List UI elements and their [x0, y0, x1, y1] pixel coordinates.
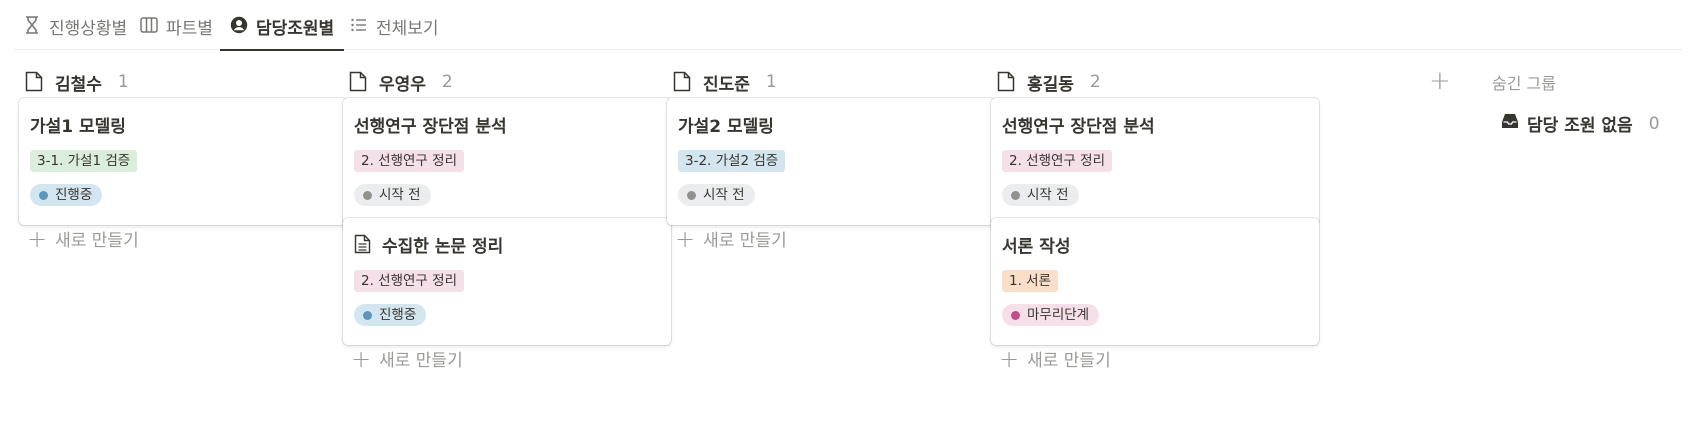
- status-dot-icon: [687, 190, 696, 200]
- plus-icon: +: [27, 224, 48, 253]
- column-count: 2: [1089, 72, 1101, 92]
- status-dot-icon: [1011, 190, 1020, 200]
- tab-progress[interactable]: 진행상황별: [23, 14, 127, 50]
- board-card[interactable]: 수집한 논문 정리 2. 선행연구 정리 진행중: [343, 218, 671, 345]
- part-tag: 2. 선행연구 정리: [1002, 150, 1112, 172]
- board-column-hong: 홍길동 2 선행연구 장단점 분석 2. 선행연구 정리 시작 전 서론 작성 …: [991, 64, 1319, 371]
- column-title: 김철수: [55, 74, 102, 95]
- column-count: 1: [765, 72, 777, 92]
- tab-label: 전체보기: [376, 19, 439, 39]
- column-title: 진도준: [703, 74, 750, 95]
- add-group-button[interactable]: +: [1429, 68, 1451, 94]
- status-badge: 시작 전: [354, 184, 431, 206]
- plus-icon: +: [999, 344, 1020, 373]
- user-circle-icon: [230, 16, 248, 34]
- board-card[interactable]: 선행연구 장단점 분석 2. 선행연구 정리 시작 전: [991, 98, 1319, 225]
- hidden-group-no-member[interactable]: 담당 조원 없음 0: [1501, 111, 1660, 136]
- plus-icon: +: [675, 224, 696, 253]
- card-title-row: 수집한 논문 정리: [354, 232, 660, 257]
- column-count: 2: [441, 72, 453, 92]
- document-text-icon: [354, 234, 372, 254]
- list-icon: [350, 16, 368, 34]
- card-title: 수집한 논문 정리: [382, 236, 504, 257]
- column-title: 우영우: [379, 74, 426, 95]
- board-card[interactable]: 가설1 모델링 3-1. 가설1 검증 진행중: [19, 98, 347, 225]
- new-card-button[interactable]: + 새로 만들기: [27, 224, 139, 253]
- columns-icon: [140, 16, 158, 34]
- status-badge: 진행중: [30, 184, 103, 206]
- card-title: 선행연구 장단점 분석: [1002, 116, 1155, 137]
- status-badge: 시작 전: [1002, 184, 1079, 206]
- board-card[interactable]: 선행연구 장단점 분석 2. 선행연구 정리 시작 전: [343, 98, 671, 225]
- page-icon: [349, 71, 369, 93]
- column-header[interactable]: 진도준 1: [667, 64, 995, 100]
- new-card-button[interactable]: + 새로 만들기: [351, 344, 463, 373]
- tab-label: 진행상황별: [49, 19, 128, 39]
- board-column-kim: 김철수 1 가설1 모델링 3-1. 가설1 검증 진행중 + 새로 만들기: [19, 64, 347, 251]
- tab-label: 파트별: [166, 19, 213, 39]
- tab-member[interactable]: 담당조원별: [219, 14, 345, 51]
- card-title: 서론 작성: [1002, 236, 1071, 257]
- part-tag: 2. 선행연구 정리: [354, 270, 464, 292]
- hidden-groups-label: 숨긴 그룹: [1492, 74, 1556, 93]
- board-column-jin: 진도준 1 가설2 모델링 3-2. 가설2 검증 시작 전 + 새로 만들기: [667, 64, 995, 251]
- card-title: 가설2 모델링: [678, 116, 774, 137]
- part-tag: 3-2. 가설2 검증: [678, 150, 786, 172]
- column-count: 1: [117, 72, 129, 92]
- board-card[interactable]: 가설2 모델링 3-2. 가설2 검증 시작 전: [667, 98, 995, 225]
- tab-label: 담당조원별: [256, 19, 335, 39]
- status-badge: 진행중: [354, 304, 427, 326]
- page-icon: [673, 71, 693, 93]
- page-icon: [997, 71, 1017, 93]
- column-title: 홍길동: [1027, 74, 1074, 95]
- tab-all[interactable]: 전체보기: [350, 14, 439, 50]
- status-badge: 마무리단계: [1002, 304, 1100, 326]
- status-dot-icon: [1011, 310, 1020, 320]
- page-icon: [25, 71, 45, 93]
- part-tag: 1. 서론: [1002, 270, 1059, 292]
- column-header[interactable]: 우영우 2: [343, 64, 671, 100]
- board-card[interactable]: 서론 작성 1. 서론 마무리단계: [991, 218, 1319, 345]
- new-card-button[interactable]: + 새로 만들기: [999, 344, 1111, 373]
- view-tabs: 진행상황별 파트별 담당조원별 전체보기: [13, 0, 1683, 51]
- hourglass-icon: [23, 16, 41, 34]
- hidden-group-count: 0: [1648, 113, 1660, 134]
- board-column-woo: 우영우 2 선행연구 장단점 분석 2. 선행연구 정리 시작 전 수집한 논문…: [343, 64, 671, 371]
- column-header[interactable]: 김철수 1: [19, 64, 347, 100]
- plus-icon: +: [351, 344, 372, 373]
- part-tag: 3-1. 가설1 검증: [30, 150, 138, 172]
- part-tag: 2. 선행연구 정리: [354, 150, 464, 172]
- status-dot-icon: [39, 190, 48, 200]
- status-badge: 시작 전: [678, 184, 755, 206]
- tab-part[interactable]: 파트별: [140, 14, 213, 50]
- card-title: 선행연구 장단점 분석: [354, 116, 507, 137]
- card-title: 가설1 모델링: [30, 116, 126, 137]
- inbox-icon: [1501, 113, 1519, 134]
- new-card-button[interactable]: + 새로 만들기: [675, 224, 787, 253]
- status-dot-icon: [363, 190, 372, 200]
- status-dot-icon: [363, 310, 372, 320]
- column-header[interactable]: 홍길동 2: [991, 64, 1319, 100]
